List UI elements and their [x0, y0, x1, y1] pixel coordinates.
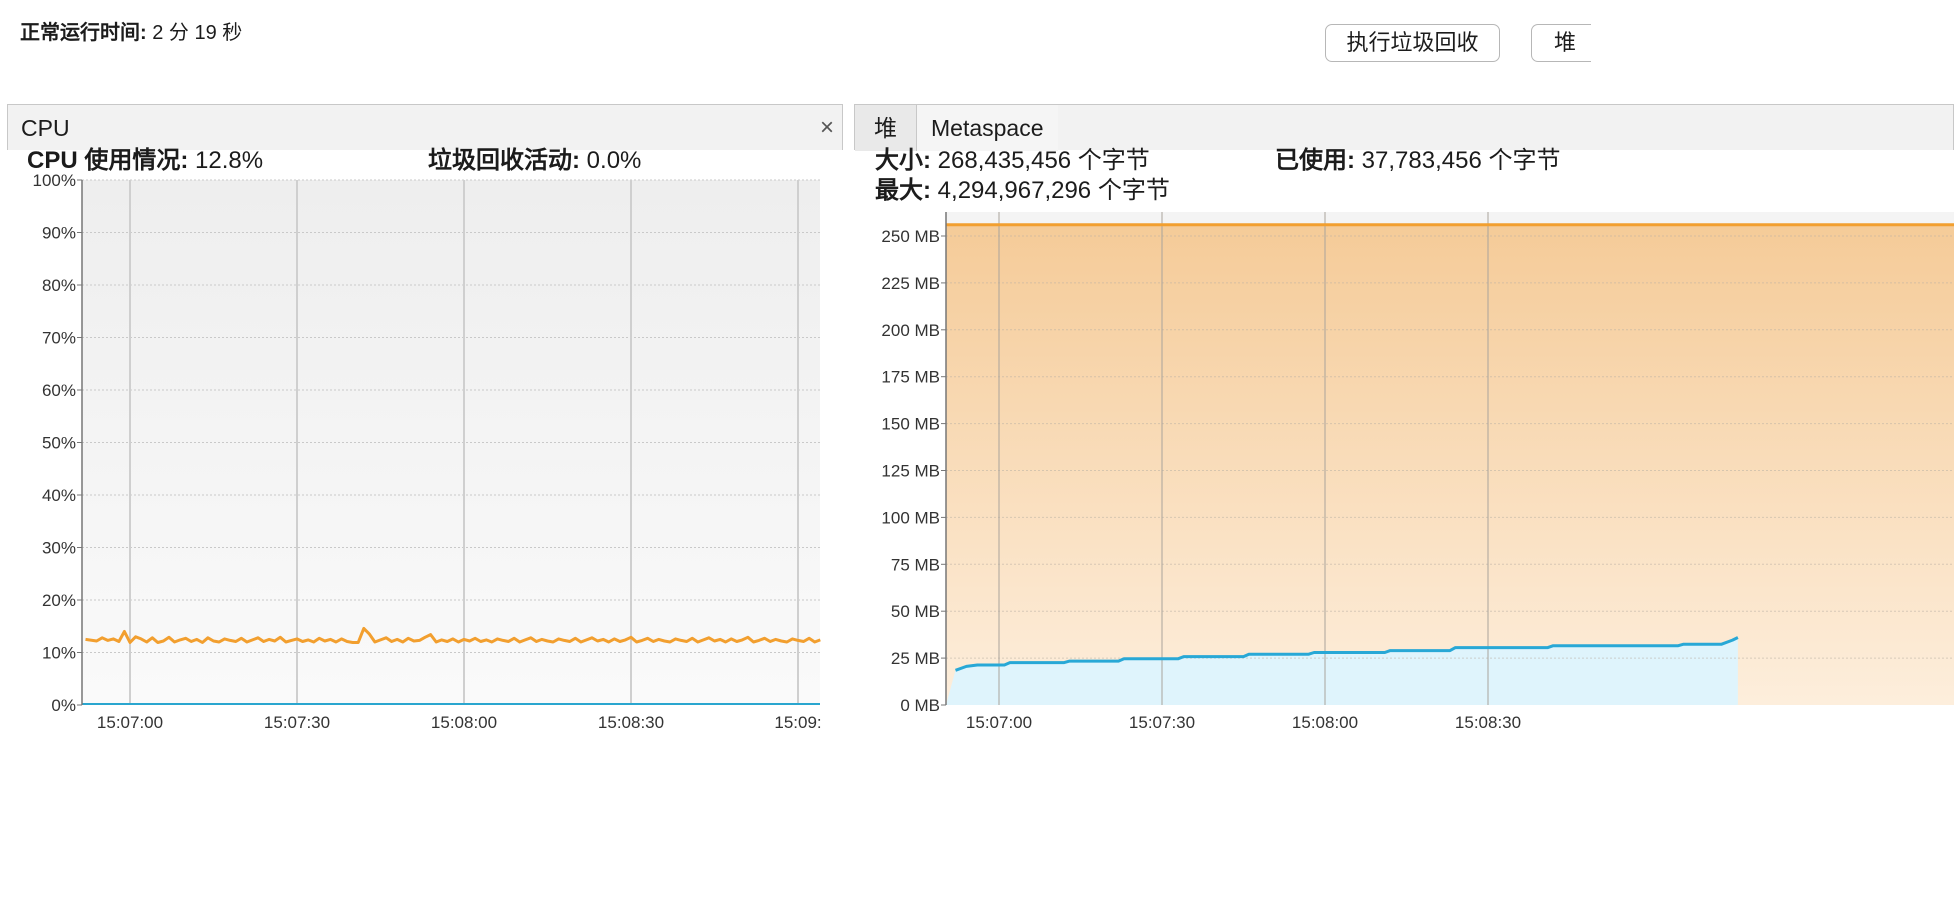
metaspace-x-tick-label: 15:08:30 [1455, 713, 1521, 732]
metaspace-chart: 250 MB 225 MB 200 MB 175 MB 150 MB 125 MB 100 … [881, 212, 1954, 732]
metaspace-y-tick-label: 200 MB [881, 321, 940, 340]
metaspace-y-tick-label: 50 MB [891, 602, 940, 621]
metaspace-y-tick-label: 25 MB [891, 649, 940, 668]
metaspace-y-tick-label: 75 MB [891, 555, 940, 574]
metaspace-y-tick-label: 225 MB [881, 274, 940, 293]
metaspace-y-tick-label: 100 MB [881, 508, 940, 527]
metaspace-y-tick-label: 175 MB [881, 368, 940, 387]
metaspace-x-tick-label: 15:08:00 [1292, 713, 1358, 732]
metaspace-x-tick-label: 15:07:30 [1129, 713, 1195, 732]
metaspace-size-area [946, 224, 1954, 705]
metaspace-y-tick-label: 150 MB [881, 415, 940, 434]
metaspace-y-tick-label: 0 MB [900, 696, 940, 715]
metaspace-x-tick-label: 15:07:00 [966, 713, 1032, 732]
metaspace-y-tick-label: 125 MB [881, 462, 940, 481]
metaspace-y-tick-label: 250 MB [881, 227, 940, 246]
